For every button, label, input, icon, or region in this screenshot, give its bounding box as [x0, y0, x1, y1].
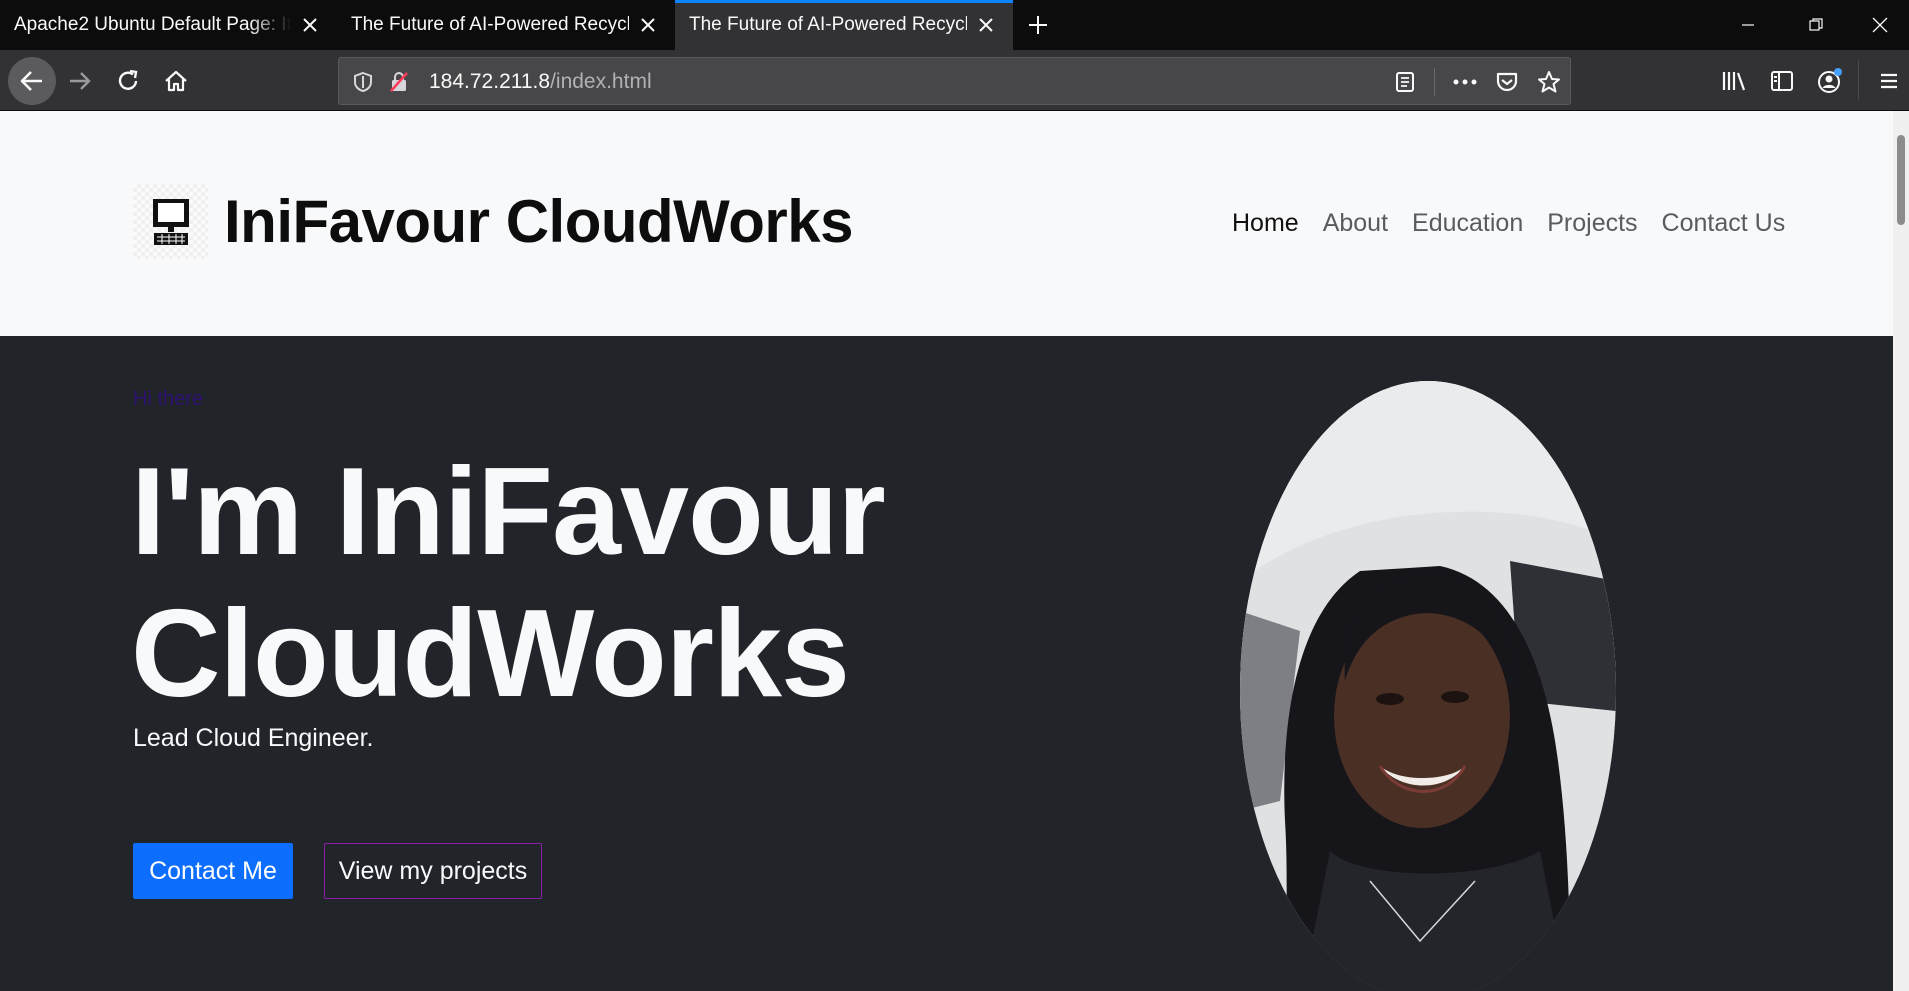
sidebar-icon: [1771, 71, 1793, 91]
portrait-image: [1240, 381, 1616, 991]
hero-title-line1: I'm IniFavour: [131, 443, 886, 581]
plus-icon: [1029, 16, 1047, 34]
forward-button[interactable]: [58, 59, 102, 103]
back-button[interactable]: [8, 57, 56, 105]
url-path: /index.html: [550, 70, 652, 93]
arrow-right-icon: [70, 72, 91, 90]
close-window-button[interactable]: [1850, 0, 1909, 50]
tab-recycling-2[interactable]: The Future of AI-Powered Recycling: [675, 0, 1013, 50]
insecure-lock-icon[interactable]: [383, 66, 415, 98]
profile-photo: [1240, 381, 1616, 991]
navigation-toolbar: 184.72.211.8/index.html: [0, 50, 1909, 111]
close-window-icon: [1872, 17, 1887, 33]
computer-icon: [152, 198, 189, 245]
main-nav: Home About Education Projects Contact Us: [1220, 209, 1797, 238]
tab-title: The Future of AI-Powered Recycling: [351, 14, 629, 35]
home-button[interactable]: [154, 59, 198, 103]
hero-title-line2: CloudWorks: [131, 585, 850, 723]
account-button[interactable]: [1808, 59, 1852, 103]
url-separator: [1434, 68, 1435, 96]
site-navbar: IniFavour CloudWorks Home About Educatio…: [0, 111, 1893, 336]
tab-title: The Future of AI-Powered Recycling: [689, 14, 967, 35]
hero-greeting: Hi there: [133, 388, 204, 410]
restore-icon: [1809, 18, 1823, 31]
reload-button[interactable]: [106, 59, 150, 103]
library-icon: [1722, 72, 1746, 91]
close-icon[interactable]: [973, 12, 999, 38]
tab-title: Apache2 Ubuntu Default Page: It works: [14, 14, 291, 35]
tab-strip: Apache2 Ubuntu Default Page: It works Th…: [0, 0, 1909, 50]
nav-education[interactable]: Education: [1400, 209, 1535, 238]
tracking-shield-icon[interactable]: [347, 66, 379, 98]
close-icon[interactable]: [297, 12, 323, 38]
minimize-icon: [1742, 24, 1754, 26]
hero-title: I'm IniFavour CloudWorks: [131, 441, 886, 725]
url-host: 184.72.211.8: [429, 70, 551, 93]
tab-recycling-1[interactable]: The Future of AI-Powered Recycling: [337, 0, 675, 50]
reload-icon: [118, 69, 138, 90]
scrollbar-thumb[interactable]: [1897, 135, 1905, 225]
nav-about[interactable]: About: [1311, 209, 1400, 238]
nav-projects[interactable]: Projects: [1535, 209, 1649, 238]
reader-view-icon[interactable]: [1389, 66, 1421, 98]
brand-logo[interactable]: [133, 184, 208, 259]
bookmark-star-icon[interactable]: [1533, 66, 1565, 98]
nav-home[interactable]: Home: [1220, 209, 1311, 238]
close-icon[interactable]: [635, 12, 661, 38]
nav-contact-us[interactable]: Contact Us: [1650, 209, 1798, 238]
library-button[interactable]: [1712, 59, 1756, 103]
contact-me-button[interactable]: Contact Me: [133, 843, 293, 899]
url-text[interactable]: 184.72.211.8/index.html: [429, 70, 652, 94]
view-projects-button[interactable]: View my projects: [324, 843, 542, 899]
tab-apache[interactable]: Apache2 Ubuntu Default Page: It works: [0, 0, 337, 50]
url-bar[interactable]: 184.72.211.8/index.html: [338, 57, 1571, 105]
new-tab-button[interactable]: [1021, 8, 1055, 42]
minimize-button[interactable]: [1714, 0, 1782, 50]
page-scrollbar[interactable]: [1893, 111, 1909, 991]
brand-name[interactable]: IniFavour CloudWorks: [224, 187, 853, 256]
restore-button[interactable]: [1782, 0, 1850, 50]
account-icon: [1818, 68, 1842, 93]
toolbar-separator: [1858, 60, 1859, 100]
pocket-icon[interactable]: [1491, 66, 1523, 98]
sidebar-button[interactable]: [1760, 59, 1804, 103]
hero-subtitle: Lead Cloud Engineer.: [133, 724, 374, 752]
page-actions-icon[interactable]: [1449, 66, 1481, 98]
web-page: IniFavour CloudWorks Home About Educatio…: [0, 111, 1893, 991]
hamburger-menu-icon: [1881, 73, 1897, 89]
arrow-left-icon: [20, 71, 42, 91]
menu-button[interactable]: [1869, 59, 1909, 103]
hero-section: Hi there I'm IniFavour CloudWorks Lead C…: [0, 336, 1893, 991]
home-icon: [165, 70, 187, 92]
